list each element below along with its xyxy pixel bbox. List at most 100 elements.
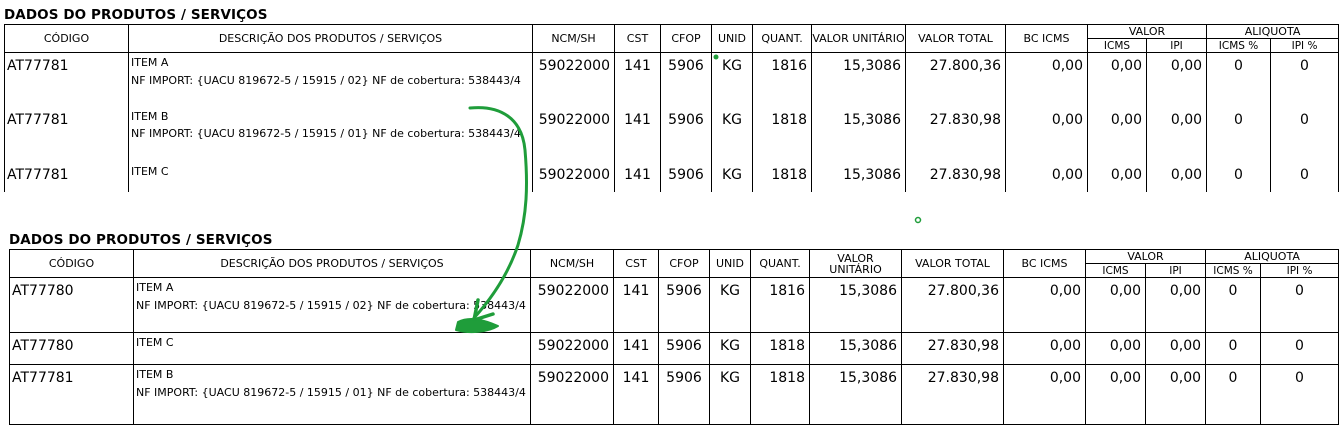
cell-valor-unitario: 15,3086 xyxy=(809,332,902,365)
cell-aliq-icms: 0 xyxy=(1206,161,1272,192)
header-icms: ICMS xyxy=(1087,38,1147,53)
section-title: DADOS DO PRODUTOS / SERVIÇOS xyxy=(9,232,273,248)
cell-codigo: AT77780 xyxy=(9,277,134,333)
header-ipi-pct: IPI % xyxy=(1260,263,1340,278)
cell-valor-icms: 0,00 xyxy=(1087,106,1147,162)
cell-cfop: 5906 xyxy=(658,332,710,365)
products-table: CÓDIGO DESCRIÇÃO DOS PRODUTOS / SERVIÇOS… xyxy=(4,24,1340,192)
header-quant: QUANT. xyxy=(752,24,812,53)
cell-codigo: AT77781 xyxy=(9,364,134,425)
item-name: ITEM C xyxy=(136,336,174,349)
table-row: AT77780 ITEM A NF IMPORT: {UACU 819672-5 … xyxy=(9,277,1340,333)
cell-valor-total: 27.830,98 xyxy=(901,364,1004,425)
cell-valor-icms: 0,00 xyxy=(1085,364,1146,425)
header-ipi: IPI xyxy=(1144,263,1207,278)
cell-quant: 1818 xyxy=(752,106,812,162)
header-aliquota: ALIQUOTA xyxy=(1206,24,1340,39)
header-ipi-pct: IPI % xyxy=(1270,38,1340,53)
cell-valor-ipi: 0,00 xyxy=(1145,106,1208,162)
cell-valor-icms: 0,00 xyxy=(1087,161,1147,192)
cell-cfop: 5906 xyxy=(658,277,710,333)
header-valor-total: VALOR TOTAL xyxy=(901,249,1004,278)
header-aliquota: ALIQUOTA xyxy=(1205,249,1340,264)
table-row: AT77781 ITEM B NF IMPORT: {UACU 819672-5 … xyxy=(4,106,1340,162)
cell-valor-unitario: 15,3086 xyxy=(809,277,902,333)
cell-unid: KG xyxy=(711,106,753,162)
cell-unid: KG xyxy=(711,52,753,107)
cell-aliq-icms: 0 xyxy=(1206,52,1272,107)
cell-aliq-ipi: 0 xyxy=(1260,332,1340,365)
header-valor-total: VALOR TOTAL xyxy=(905,24,1006,53)
header-icms: ICMS xyxy=(1085,263,1146,278)
cell-quant: 1818 xyxy=(752,161,812,192)
cell-valor-ipi: 0,00 xyxy=(1145,161,1208,192)
cell-valor-ipi: 0,00 xyxy=(1144,364,1207,425)
cell-cst: 141 xyxy=(613,332,659,365)
cell-cst: 141 xyxy=(613,364,659,425)
cell-descricao: ITEM A NF IMPORT: {UACU 819672-5 / 15915 … xyxy=(133,277,531,333)
cell-aliq-ipi: 0 xyxy=(1270,161,1340,192)
header-quant: QUANT. xyxy=(750,249,810,278)
cell-valor-total: 27.800,36 xyxy=(901,277,1004,333)
cell-valor-total: 27.800,36 xyxy=(905,52,1006,107)
cell-ncm: 59022000 xyxy=(532,52,615,107)
cell-cst: 141 xyxy=(613,277,659,333)
cell-descricao: ITEM C xyxy=(128,161,533,192)
cell-bc-icms: 0,00 xyxy=(1003,277,1086,333)
cell-codigo: AT77781 xyxy=(4,161,129,192)
cell-ncm: 59022000 xyxy=(530,332,614,365)
table-row: AT77781 ITEM C 59022000 141 5906 KG 1818… xyxy=(4,161,1340,192)
header-valor-unitario: VALOR UNITÁRIO xyxy=(811,24,906,53)
item-note: NF IMPORT: {UACU 819672-5 / 15915 / 02} … xyxy=(136,298,526,312)
item-note: NF IMPORT: {UACU 819672-5 / 15915 / 02} … xyxy=(131,73,521,87)
cell-descricao: ITEM A NF IMPORT: {UACU 819672-5 / 15915 … xyxy=(128,52,533,107)
cell-valor-unitario: 15,3086 xyxy=(811,52,906,107)
header-bc-icms: BC ICMS xyxy=(1005,24,1088,53)
cell-codigo: AT77781 xyxy=(4,106,129,162)
header-descricao: DESCRIÇÃO DOS PRODUTOS / SERVIÇOS xyxy=(133,249,531,278)
cell-bc-icms: 0,00 xyxy=(1003,364,1086,425)
header-bc-icms: BC ICMS xyxy=(1003,249,1086,278)
header-icms-pct: ICMS % xyxy=(1205,263,1262,278)
item-note: NF IMPORT: {UACU 819672-5 / 15915 / 01} … xyxy=(131,127,521,140)
cell-descricao: ITEM C xyxy=(133,332,531,365)
cell-cfop: 5906 xyxy=(660,106,712,162)
cell-aliq-ipi: 0 xyxy=(1260,364,1340,425)
header-ncm: NCM/SH xyxy=(532,24,615,53)
cell-valor-ipi: 0,00 xyxy=(1145,52,1208,107)
cell-valor-ipi: 0,00 xyxy=(1144,277,1207,333)
cell-descricao: ITEM B NF IMPORT: {UACU 819672-5 / 15915 … xyxy=(133,364,531,425)
header-cst: CST xyxy=(613,249,659,278)
table-row: AT77780 ITEM C 59022000 141 5906 KG 1818… xyxy=(9,332,1340,365)
cell-cfop: 5906 xyxy=(660,52,712,107)
cell-ncm: 59022000 xyxy=(530,364,614,425)
cell-ncm: 59022000 xyxy=(530,277,614,333)
cell-cst: 141 xyxy=(614,106,661,162)
cell-cst: 141 xyxy=(614,52,661,107)
products-section-top: DADOS DO PRODUTOS / SERVIÇOS CÓDIGO DESC… xyxy=(4,6,1340,192)
products-section-bottom: DADOS DO PRODUTOS / SERVIÇOS CÓDIGO DESC… xyxy=(9,231,1340,425)
table-row: AT77781 ITEM A NF IMPORT: {UACU 819672-5 … xyxy=(4,52,1340,107)
cell-valor-total: 27.830,98 xyxy=(905,161,1006,192)
header-unid: UNID xyxy=(711,24,753,53)
cell-valor-icms: 0,00 xyxy=(1087,52,1147,107)
cell-unid: KG xyxy=(711,161,753,192)
header-valor: VALOR xyxy=(1086,24,1208,39)
cell-bc-icms: 0,00 xyxy=(1003,332,1086,365)
header-unid: UNID xyxy=(709,249,751,278)
cell-quant: 1816 xyxy=(752,52,812,107)
cell-aliq-icms: 0 xyxy=(1206,106,1272,162)
cell-aliq-icms: 0 xyxy=(1205,277,1262,333)
cell-bc-icms: 0,00 xyxy=(1005,161,1088,192)
cell-ncm: 59022000 xyxy=(532,106,615,162)
item-name: ITEM B xyxy=(136,368,174,381)
item-name: ITEM A xyxy=(131,56,169,69)
cell-valor-total: 27.830,98 xyxy=(905,106,1006,162)
header-icms-pct: ICMS % xyxy=(1206,38,1272,53)
cell-unid: KG xyxy=(709,364,751,425)
cell-valor-total: 27.830,98 xyxy=(901,332,1004,365)
cell-aliq-icms: 0 xyxy=(1205,332,1262,365)
cell-cst: 141 xyxy=(614,161,661,192)
item-name: ITEM B xyxy=(131,109,169,123)
cell-aliq-ipi: 0 xyxy=(1270,106,1340,162)
